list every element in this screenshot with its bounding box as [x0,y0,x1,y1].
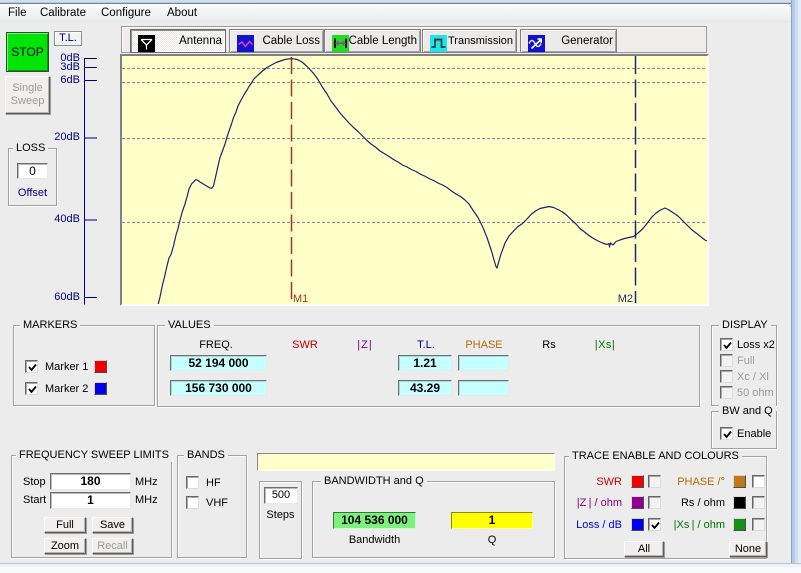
svg-text:M2: M2 [618,293,633,304]
svg-text:M1: M1 [293,293,308,304]
